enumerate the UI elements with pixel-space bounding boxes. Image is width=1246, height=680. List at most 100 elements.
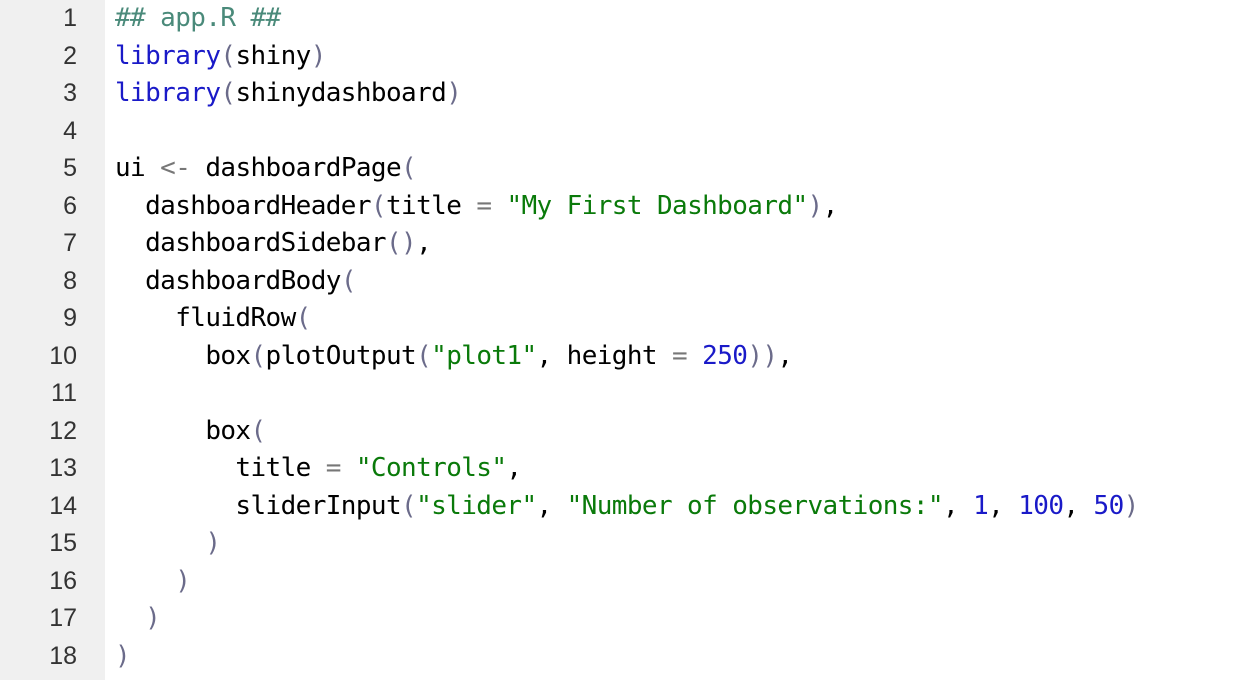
code-line[interactable]	[115, 113, 1246, 151]
code-token-paren: (	[340, 265, 357, 296]
code-line[interactable]: ui <- dashboardPage(	[115, 150, 1246, 188]
line-number: 5	[63, 154, 77, 182]
line-number: 16	[49, 566, 77, 595]
code-token-paren: ))	[747, 340, 778, 371]
code-token-num: 100	[1018, 490, 1064, 521]
code-token-num: 250	[702, 340, 748, 371]
line-number: 6	[63, 191, 77, 220]
code-token-paren: (	[250, 415, 266, 446]
code-editor[interactable]: 1 2 3 4 5 6 7 8 9 10 11 12 13 14 15 16 17 18 ## app.R ## l…	[0, 0, 1246, 680]
code-token-op: <-	[160, 153, 191, 183]
code-token-plain: ,	[988, 490, 1019, 521]
code-line[interactable]: box(plotOutput("plot1", height = 250)),	[115, 338, 1246, 376]
code-token-paren: )	[175, 565, 191, 596]
code-line[interactable]: dashboardSidebar(),	[115, 225, 1246, 263]
code-token-plain: dashboardHeader	[115, 190, 371, 221]
code-token-paren: )	[205, 528, 221, 558]
code-token-plain: dashboardPage	[190, 153, 402, 183]
code-token-paren: )	[446, 78, 462, 108]
code-token-str: "Number of observations:"	[566, 490, 944, 521]
code-token-paren: (	[416, 340, 432, 371]
code-token-str: "slider"	[416, 490, 537, 521]
line-number: 10	[49, 341, 77, 370]
code-token-plain: title	[115, 453, 326, 483]
code-line[interactable]: )	[115, 563, 1246, 601]
code-token-paren: (	[250, 340, 266, 371]
line-number: 14	[49, 491, 77, 520]
code-token-plain: ,	[506, 453, 522, 483]
code-token-comment: ## app.R ##	[115, 3, 281, 33]
code-token-paren: (	[220, 78, 236, 108]
line-number: 15	[49, 529, 77, 557]
code-token-kw: library	[115, 78, 221, 108]
code-token-plain: shiny	[235, 40, 311, 71]
code-token-paren: (	[401, 490, 417, 521]
line-number-gutter: 1 2 3 4 5 6 7 8 9 10 11 12 13 14 15 16 17 18	[0, 0, 105, 680]
code-line[interactable]: sliderInput("slider", "Number of observa…	[115, 488, 1246, 526]
line-number: 2	[63, 41, 77, 70]
code-token-plain: title	[385, 190, 477, 221]
code-token-paren: (	[295, 303, 312, 333]
code-line[interactable]: title = "Controls",	[115, 450, 1246, 488]
line-number: 11	[51, 379, 77, 407]
line-number: 18	[49, 641, 77, 670]
code-line[interactable]: )	[115, 638, 1246, 676]
code-token-op: =	[476, 190, 492, 221]
code-token-paren: (	[370, 190, 387, 221]
code-line[interactable]: dashboardHeader(title = "My First Dashbo…	[115, 188, 1246, 226]
code-token-num: 50	[1093, 490, 1125, 521]
code-token-plain: ui	[115, 153, 161, 183]
code-token-op: =	[325, 453, 342, 483]
code-token-plain: , height	[536, 340, 673, 371]
code-token-kw: library	[115, 40, 221, 71]
line-number: 8	[63, 266, 77, 295]
code-token-plain: shinydashboard	[235, 78, 447, 108]
line-number: 1	[63, 4, 77, 32]
code-line[interactable]: fluidRow(	[115, 300, 1246, 338]
code-token-str: "My First Dashboard"	[506, 190, 808, 221]
code-token-plain: dashboardSidebar	[115, 228, 386, 258]
line-number: 13	[49, 454, 77, 482]
code-token-plain: box	[115, 415, 251, 446]
code-line[interactable]: )	[115, 600, 1246, 638]
code-token-num: 1	[973, 490, 989, 521]
code-line[interactable]: dashboardBody(	[115, 263, 1246, 301]
code-token-str: "Controls"	[355, 453, 507, 483]
code-line[interactable]: library(shiny)	[115, 38, 1246, 76]
code-line[interactable]: )	[115, 525, 1246, 563]
code-token-plain: box	[115, 340, 251, 371]
code-line[interactable]: library(shinydashboard)	[115, 75, 1246, 113]
code-token-plain: ,	[942, 490, 974, 521]
code-line[interactable]: ## app.R ##	[115, 0, 1246, 38]
code-token-plain: dashboardBody	[115, 265, 341, 296]
code-token-paren: (	[401, 153, 417, 183]
line-number: 17	[49, 604, 77, 632]
line-number: 4	[63, 116, 77, 145]
line-number: 9	[63, 304, 77, 332]
code-area[interactable]: ## app.R ## library(shiny) library(shinyda…	[105, 0, 1246, 680]
code-token-plain: fluidRow	[115, 303, 296, 333]
code-token-paren: )	[145, 603, 161, 633]
code-token-paren: )	[310, 40, 327, 71]
code-token-paren: (	[220, 40, 236, 71]
code-token-plain: ,	[536, 490, 567, 521]
code-line[interactable]	[115, 375, 1246, 413]
code-token-plain: plotOutput	[265, 340, 417, 371]
code-token-paren: ()	[385, 228, 417, 258]
code-token-paren: )	[115, 640, 131, 671]
code-token-plain: ,	[416, 228, 432, 258]
code-line[interactable]: box(	[115, 413, 1246, 451]
code-token-plain: ,	[777, 340, 793, 371]
code-token-str: "plot1"	[431, 340, 537, 371]
code-token-op: =	[672, 340, 688, 371]
line-number: 7	[63, 229, 77, 257]
code-token-paren: )	[807, 190, 824, 221]
line-number: 3	[63, 79, 77, 107]
code-token-plain: ,	[822, 190, 839, 221]
